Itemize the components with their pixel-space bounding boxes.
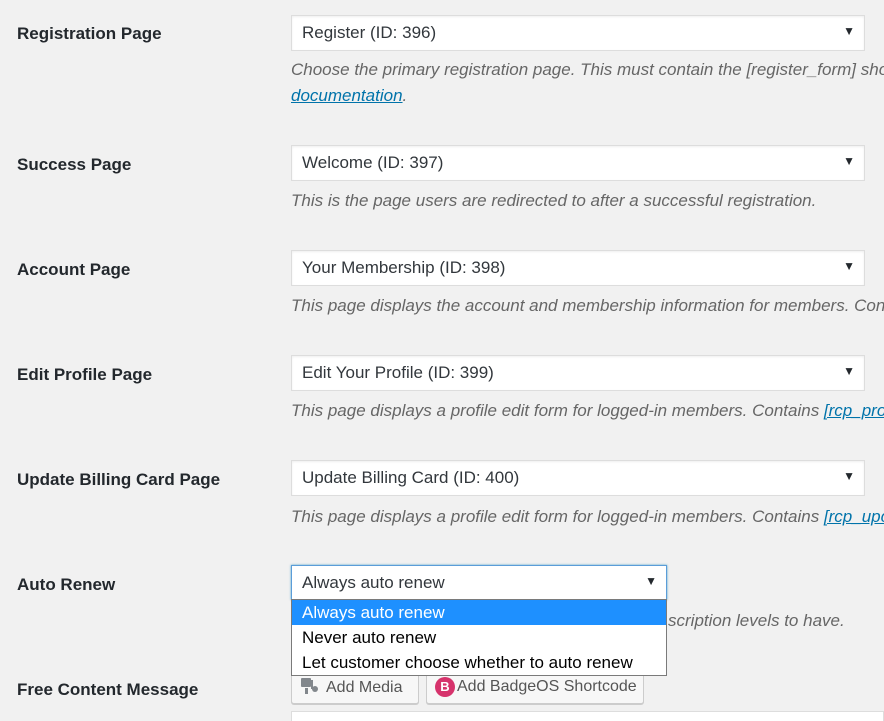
update-billing-card-page-select[interactable]: Update Billing Card (ID: 400) ▼ — [291, 460, 865, 496]
free-content-message-label: Free Content Message — [17, 680, 199, 699]
account-page-label: Account Page — [17, 260, 131, 279]
registration-page-label: Registration Page — [17, 24, 162, 43]
add-badgeos-shortcode-label: Add BadgeOS Shortcode — [457, 678, 637, 695]
success-page-label: Success Page — [17, 155, 132, 174]
edit-profile-page-label: Edit Profile Page — [17, 365, 153, 384]
add-media-button[interactable]: Add Media — [291, 673, 419, 704]
media-icon — [300, 677, 320, 700]
auto-renew-select-value: Always auto renew — [302, 573, 445, 592]
free-content-editor[interactable] — [291, 711, 884, 721]
registration-page-select-value: Register (ID: 396) — [302, 23, 437, 42]
edit-profile-page-select-value: Edit Your Profile (ID: 399) — [302, 363, 494, 382]
auto-renew-option-customer-choice[interactable]: Let customer choose whether to auto rene… — [292, 650, 666, 675]
chevron-down-icon: ▼ — [843, 364, 855, 378]
edit-profile-page-select[interactable]: Edit Your Profile (ID: 399) ▼ — [291, 355, 865, 391]
account-page-select[interactable]: Your Membership (ID: 398) ▼ — [291, 250, 865, 286]
success-page-description: This is the page users are redirected to… — [291, 191, 817, 210]
registration-page-description: Choose the primary registration page. Th… — [291, 60, 884, 79]
account-page-description: This page displays the account and membe… — [291, 296, 884, 315]
update-billing-card-page-label: Update Billing Card Page — [17, 470, 221, 489]
auto-renew-select[interactable]: Always auto renew ▼ — [291, 565, 667, 600]
rcp-profile-shortcode-link[interactable]: [rcp_pro — [824, 401, 884, 420]
registration-page-select[interactable]: Register (ID: 396) ▼ — [291, 15, 865, 51]
chevron-down-icon: ▼ — [645, 574, 657, 588]
update-billing-card-page-description: This page displays a profile edit form f… — [291, 507, 884, 527]
auto-renew-option-never[interactable]: Never auto renew — [292, 625, 666, 650]
add-media-label: Add Media — [326, 679, 403, 696]
auto-renew-description: scription levels to have. — [668, 611, 845, 630]
auto-renew-option-always[interactable]: Always auto renew — [292, 600, 666, 625]
auto-renew-dropdown-list: Always auto renew Never auto renew Let c… — [291, 599, 667, 676]
account-page-select-value: Your Membership (ID: 398) — [302, 258, 506, 277]
add-badgeos-shortcode-button[interactable]: B Add BadgeOS Shortcode — [426, 673, 644, 704]
update-billing-card-page-select-value: Update Billing Card (ID: 400) — [302, 468, 520, 487]
success-page-select-value: Welcome (ID: 397) — [302, 153, 444, 172]
chevron-down-icon: ▼ — [843, 24, 855, 38]
rcp-update-card-shortcode-link[interactable]: [rcp_upc — [824, 507, 884, 526]
edit-profile-page-description: This page displays a profile edit form f… — [291, 401, 884, 421]
badgeos-icon: B — [435, 677, 455, 697]
documentation-link[interactable]: documentation — [291, 86, 403, 105]
chevron-down-icon: ▼ — [843, 259, 855, 273]
registration-page-description-line2: documentation. — [291, 86, 408, 105]
auto-renew-label: Auto Renew — [17, 575, 116, 594]
settings-page: Registration Page Register (ID: 396) ▼ C… — [0, 0, 884, 721]
chevron-down-icon: ▼ — [843, 154, 855, 168]
success-page-select[interactable]: Welcome (ID: 397) ▼ — [291, 145, 865, 181]
chevron-down-icon: ▼ — [843, 469, 855, 483]
